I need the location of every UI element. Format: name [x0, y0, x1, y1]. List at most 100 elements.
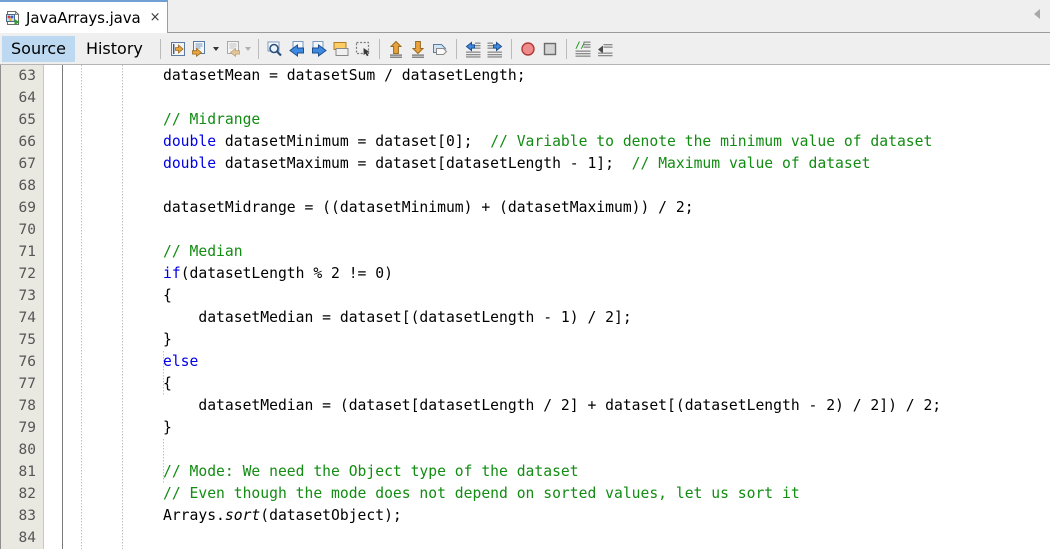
- code-token: // Midrange: [163, 111, 261, 128]
- document-tab-javaarrays[interactable]: JavaArrays.java ×: [0, 0, 168, 33]
- code-line[interactable]: if(datasetLength % 2 != 0): [163, 263, 393, 285]
- chevron-left-icon[interactable]: [1034, 9, 1040, 19]
- last-edit-position-icon[interactable]: [167, 38, 189, 60]
- tab-source[interactable]: Source: [2, 35, 75, 62]
- line-number: 63: [18, 68, 36, 84]
- find-next-icon[interactable]: [308, 38, 330, 60]
- java-file-icon: [5, 10, 21, 26]
- code-token: Arrays.: [163, 507, 225, 524]
- next-bookmark-icon[interactable]: [407, 38, 429, 60]
- back-navigation-icon[interactable]: [189, 38, 211, 60]
- toolbar-separator: [257, 38, 259, 59]
- code-line[interactable]: // Even though the mode does not depend …: [163, 483, 800, 505]
- line-number: 75: [18, 332, 36, 348]
- close-icon[interactable]: ×: [150, 11, 161, 24]
- code-text-area[interactable]: 63 datasetMean = datasetSum / datasetLeng…: [0, 65, 1050, 549]
- comment-icon[interactable]: //: [572, 38, 594, 60]
- previous-bookmark-icon[interactable]: [385, 38, 407, 60]
- code-token: {: [163, 375, 172, 392]
- code-token: }: [163, 331, 172, 348]
- toolbar-separator: [159, 38, 161, 59]
- code-token: // Maximum value of dataset: [631, 155, 871, 172]
- code-token: (datasetObject);: [260, 507, 402, 524]
- code-line[interactable]: double datasetMinimum = dataset[0]; // V…: [163, 131, 932, 153]
- line-number: 71: [18, 244, 36, 260]
- tab-history-label: History: [85, 39, 143, 58]
- shift-line-left-icon[interactable]: [462, 38, 484, 60]
- line-number: 84: [18, 530, 36, 546]
- code-token: double: [163, 155, 217, 172]
- line-number: 65: [18, 112, 36, 128]
- line-number: 77: [18, 376, 36, 392]
- find-selection-icon[interactable]: [264, 38, 286, 60]
- code-line[interactable]: datasetMedian = dataset[(datasetLength -…: [163, 307, 632, 329]
- editor-toolbar: Source History //: [0, 33, 1050, 65]
- uncomment-icon[interactable]: [594, 38, 616, 60]
- toolbar-separator: [378, 38, 380, 59]
- forward-navigation-icon[interactable]: [221, 38, 243, 60]
- line-number: 79: [18, 420, 36, 436]
- code-editor[interactable]: 63 datasetMean = datasetSum / datasetLeng…: [0, 65, 1050, 549]
- code-token: datasetMaximum = dataset[datasetLength -…: [216, 155, 632, 172]
- code-token: datasetMedian = dataset[(datasetLength -…: [163, 309, 632, 326]
- toggle-rectangular-selection-icon[interactable]: [352, 38, 374, 60]
- tab-source-label: Source: [11, 39, 66, 58]
- code-token: else: [163, 353, 199, 370]
- code-line[interactable]: datasetMean = datasetSum / datasetLength…: [163, 65, 526, 87]
- line-number: 70: [18, 222, 36, 238]
- tab-history[interactable]: History: [77, 36, 152, 62]
- shift-line-right-icon[interactable]: [484, 38, 506, 60]
- line-number: 81: [18, 464, 36, 480]
- line-number: 83: [18, 508, 36, 524]
- start-macro-recording-icon[interactable]: [517, 38, 539, 60]
- document-tab-label: JavaArrays.java: [26, 8, 141, 27]
- code-token: datasetMidrange = ((datasetMinimum) + (d…: [163, 199, 694, 216]
- code-token: // Variable to denote the minimum value …: [490, 133, 933, 150]
- forward-dropdown-arrow[interactable]: [243, 38, 253, 60]
- code-line[interactable]: {: [163, 285, 172, 307]
- toggle-highlight-search-icon[interactable]: [330, 38, 352, 60]
- toolbar-separator: [455, 38, 457, 59]
- code-token: }: [163, 419, 172, 436]
- line-number: 67: [18, 156, 36, 172]
- code-token: sort: [224, 507, 261, 524]
- find-previous-icon[interactable]: [286, 38, 308, 60]
- code-line[interactable]: // Midrange: [163, 109, 260, 131]
- line-number: 76: [18, 354, 36, 370]
- code-line[interactable]: double datasetMaximum = dataset[datasetL…: [163, 153, 870, 175]
- code-token: // Mode: We need the Object type of the …: [163, 463, 579, 480]
- line-number: 82: [18, 486, 36, 502]
- toolbar-separator: [510, 38, 512, 59]
- line-number: 80: [18, 442, 36, 458]
- code-line[interactable]: }: [163, 329, 172, 351]
- toolbar-group-macro: [517, 38, 561, 60]
- code-token: datasetMinimum = dataset[0];: [216, 133, 491, 150]
- code-line[interactable]: Arrays.sort(datasetObject);: [163, 505, 402, 527]
- toolbar-separator: [565, 38, 567, 59]
- toolbar-group-find: [264, 38, 374, 60]
- code-line[interactable]: }: [163, 417, 172, 439]
- code-line[interactable]: {: [163, 373, 172, 395]
- code-token: {: [163, 287, 172, 304]
- back-dropdown-arrow[interactable]: [211, 38, 221, 60]
- editor-tab-bar: JavaArrays.java ×: [0, 0, 1050, 33]
- toolbar-group-shift: [462, 38, 506, 60]
- stop-macro-recording-icon[interactable]: [539, 38, 561, 60]
- code-line[interactable]: datasetMedian = (dataset[datasetLength /…: [163, 395, 941, 417]
- code-line[interactable]: // Median: [163, 241, 243, 263]
- code-line[interactable]: else: [163, 351, 198, 373]
- line-number: 69: [18, 200, 36, 216]
- code-line[interactable]: datasetMidrange = ((datasetMinimum) + (d…: [163, 197, 694, 219]
- code-token: (datasetLength % 2 != 0): [180, 265, 393, 282]
- line-number: 73: [18, 288, 36, 304]
- code-token: datasetMean = datasetSum / datasetLength…: [163, 67, 526, 84]
- code-token: // Median: [163, 243, 243, 260]
- code-line[interactable]: // Mode: We need the Object type of the …: [163, 461, 579, 483]
- toggle-bookmark-icon[interactable]: [429, 38, 451, 60]
- toolbar-group-navigation: [167, 38, 253, 60]
- code-token: datasetMedian = (dataset[datasetLength /…: [163, 397, 942, 414]
- toolbar-group-bookmarks: [385, 38, 451, 60]
- code-token: // Even though the mode does not depend …: [163, 485, 800, 502]
- line-number: 68: [18, 178, 36, 194]
- line-number: 78: [18, 398, 36, 414]
